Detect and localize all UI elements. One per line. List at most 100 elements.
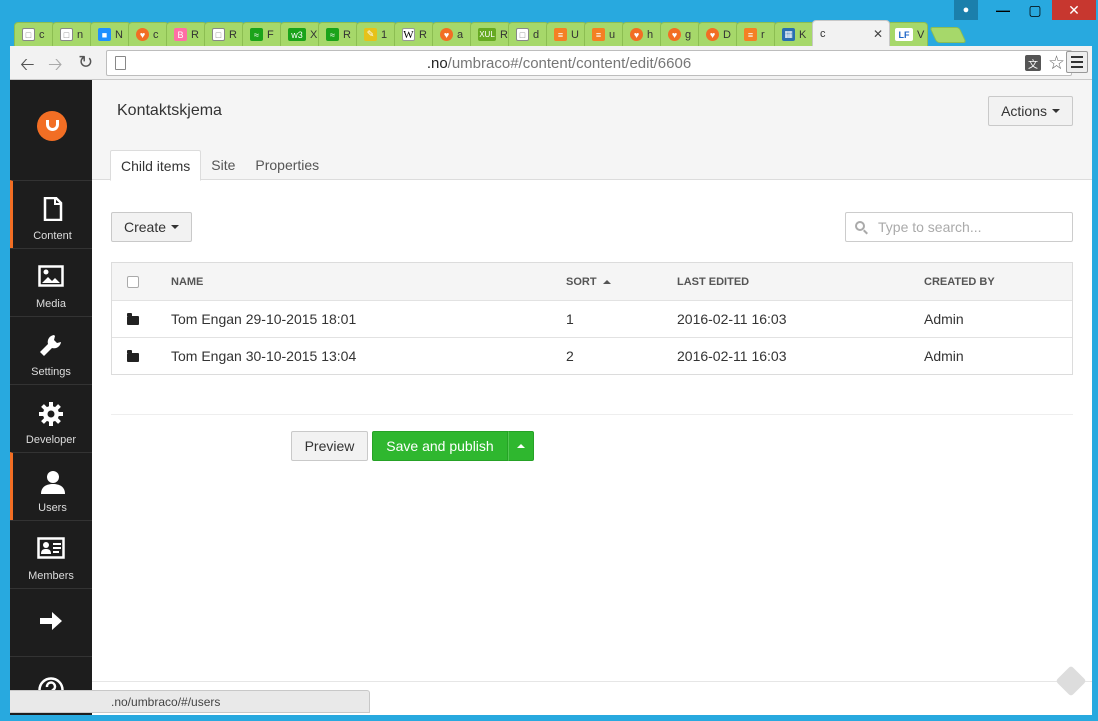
window-controls: ● — ▢ ✕ <box>954 0 1096 22</box>
row-created-by: Admin <box>924 348 964 364</box>
preview-button[interactable]: Preview <box>291 431 368 461</box>
row-last-edited: 2016-02-11 16:03 <box>677 348 787 364</box>
tab-close-icon[interactable]: ✕ <box>873 27 883 41</box>
column-header-last-edited[interactable]: LAST EDITED <box>677 263 749 300</box>
browser-tab[interactable]: □ c <box>14 22 55 46</box>
column-header-sort[interactable]: SORT <box>566 263 611 300</box>
browser-tab-active[interactable]: c ✕ <box>812 20 890 46</box>
heart-icon: ♥ <box>440 28 453 41</box>
page-icon: □ <box>22 28 35 41</box>
bookmark-star-icon[interactable]: ☆ <box>1048 52 1065 75</box>
browser-tab[interactable]: ✎ 1 <box>356 22 397 46</box>
browser-tab[interactable]: ▦ K <box>774 22 815 46</box>
browser-tab[interactable]: w3 X <box>280 22 321 46</box>
browser-tab[interactable]: XUL R <box>470 22 511 46</box>
maximize-button[interactable]: ▢ <box>1020 0 1050 20</box>
heart-icon: ♥ <box>136 28 149 41</box>
picture-icon <box>10 265 92 291</box>
page-icon: □ <box>212 28 225 41</box>
browser-tab[interactable]: ♥ a <box>432 22 473 46</box>
browser-toolbar: 🡠 🡢 ↻ .no/umbraco#/content/content/edit/… <box>10 46 1092 80</box>
browser-tab[interactable]: □ R <box>204 22 245 46</box>
publish-options-button[interactable] <box>508 431 534 461</box>
browser-tab[interactable]: □ n <box>52 22 93 46</box>
column-header-name[interactable]: NAME <box>171 263 203 300</box>
sidebar-item-expand[interactable] <box>10 588 92 656</box>
wikipedia-icon: W <box>402 28 415 41</box>
page-title[interactable]: Kontaktskjema <box>117 102 222 120</box>
rss-icon: ≈ <box>326 28 339 41</box>
footer-line <box>92 681 1092 682</box>
close-window-button[interactable]: ✕ <box>1052 0 1096 20</box>
create-button[interactable]: Create <box>111 212 192 242</box>
browser-tab[interactable]: ♥ h <box>622 22 663 46</box>
browser-tab[interactable]: LF V <box>887 22 928 46</box>
sidebar-item-users[interactable]: Users <box>10 452 92 520</box>
browser-tab[interactable]: BR <box>166 22 207 46</box>
minimize-button[interactable]: — <box>988 0 1018 20</box>
page-viewport: Content Media Settings Developer Users M… <box>10 80 1092 715</box>
id-card-icon <box>10 537 92 563</box>
row-name[interactable]: Tom Engan 29-10-2015 18:01 <box>171 301 356 337</box>
browser-tab[interactable]: ■ N <box>90 22 131 46</box>
rss-icon: ≈ <box>250 28 263 41</box>
arrow-right-icon <box>10 611 92 637</box>
gear-icon <box>10 401 92 427</box>
sidebar-item-developer[interactable]: Developer <box>10 384 92 452</box>
divider <box>111 414 1073 415</box>
forward-arrow-icon[interactable]: 🡢 <box>48 52 63 82</box>
column-header-created-by[interactable]: CREATED BY <box>924 263 995 300</box>
row-name[interactable]: Tom Engan 30-10-2015 13:04 <box>171 338 356 374</box>
stack-icon: ≡ <box>744 28 757 41</box>
back-arrow-icon[interactable]: 🡠 <box>20 52 35 82</box>
browser-tab[interactable]: □ d <box>508 22 549 46</box>
editor-panel: Kontaktskjema Actions Child items Site P… <box>92 80 1092 715</box>
editor-tabs: Child items Site Properties <box>110 150 329 181</box>
save-and-publish-button[interactable]: Save and publish <box>372 431 508 461</box>
search-input[interactable] <box>876 218 1066 236</box>
reload-icon[interactable]: ↻ <box>78 52 93 73</box>
status-bar: .no/umbraco/#/users <box>10 690 370 713</box>
browser-menu-icon[interactable] <box>1066 51 1088 73</box>
browser-tab[interactable]: ♥ D <box>698 22 739 46</box>
browser-tab[interactable]: ♥ c <box>128 22 169 46</box>
browser-tab-strip: □ c □ n ■ N ♥ c BR □ R ≈ F w3 X ≈ R ✎ 1 WR ♥ a XUL… <box>14 20 998 46</box>
browser-tab[interactable]: ≡ r <box>736 22 777 46</box>
browser-tab[interactable]: ≡ u <box>584 22 625 46</box>
actions-button[interactable]: Actions <box>988 96 1073 126</box>
wrench-icon <box>10 333 92 359</box>
row-sort: 1 <box>566 311 574 327</box>
tab-site[interactable]: Site <box>201 150 245 181</box>
browser-tab[interactable]: ≡ U <box>546 22 587 46</box>
stack-icon: ≡ <box>554 28 567 41</box>
child-items-table: NAME SORT LAST EDITED CREATED BY Tom Eng… <box>111 262 1073 375</box>
browser-tab[interactable]: ≈ R <box>318 22 359 46</box>
page-icon: □ <box>516 28 529 41</box>
table-row[interactable]: Tom Engan 29-10-2015 18:01 1 2016-02-11 … <box>112 300 1072 337</box>
select-all-checkbox[interactable] <box>127 275 139 288</box>
heart-icon: ♥ <box>630 28 643 41</box>
row-created-by: Admin <box>924 311 964 327</box>
translate-icon[interactable]: 文 <box>1025 55 1041 71</box>
profile-icon[interactable]: ● <box>954 0 978 20</box>
document-icon <box>13 197 92 223</box>
new-tab-button[interactable] <box>929 27 967 43</box>
sort-ascending-icon <box>602 279 611 284</box>
address-bar[interactable]: .no/umbraco#/content/content/edit/6606 文… <box>106 50 1072 76</box>
umbraco-logo[interactable] <box>37 111 67 141</box>
sidebar-item-members[interactable]: Members <box>10 520 92 588</box>
table-row[interactable]: Tom Engan 30-10-2015 13:04 2 2016-02-11 … <box>112 337 1072 374</box>
tab-child-items[interactable]: Child items <box>110 150 202 181</box>
sidebar-item-media[interactable]: Media <box>10 248 92 316</box>
sidebar-item-content[interactable]: Content <box>10 180 92 248</box>
browser-tab[interactable]: ♥ g <box>660 22 701 46</box>
browser-tab[interactable]: ≈ F <box>242 22 283 46</box>
page-icon: □ <box>60 28 73 41</box>
sidebar-item-settings[interactable]: Settings <box>10 316 92 384</box>
section-sidebar: Content Media Settings Developer Users M… <box>10 80 92 715</box>
table-header: NAME SORT LAST EDITED CREATED BY <box>112 263 1072 300</box>
browser-tab[interactable]: WR <box>394 22 435 46</box>
cube-icon: ▦ <box>782 28 795 41</box>
url-text[interactable]: .no/umbraco#/content/content/edit/6606 <box>107 55 1071 72</box>
tab-properties[interactable]: Properties <box>245 150 329 181</box>
